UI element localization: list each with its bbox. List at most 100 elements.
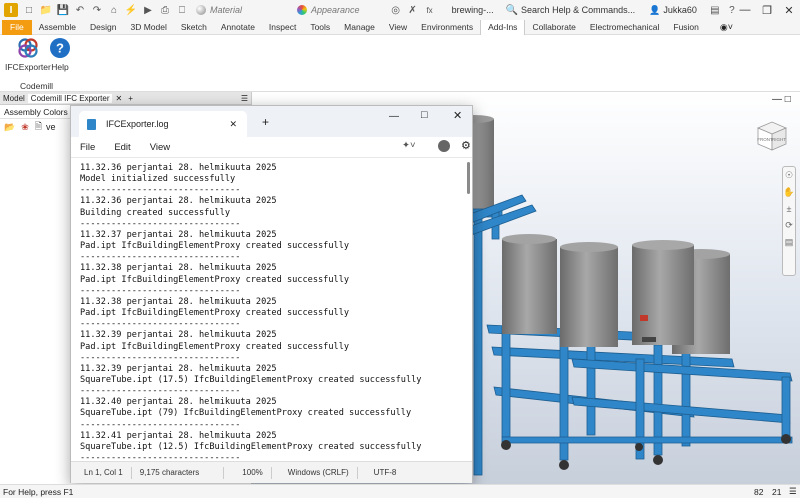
log-line: 11.32.37 perjantai 28. helmikuuta 2025 bbox=[80, 229, 277, 240]
log-line: 11.32.40 perjantai 28. helmikuuta 2025 bbox=[80, 397, 277, 408]
material-sphere-icon bbox=[196, 5, 206, 15]
select-icon[interactable]: ▶ bbox=[142, 4, 154, 16]
account-avatar[interactable] bbox=[438, 140, 450, 152]
log-line: 11.32.36 perjantai 28. helmikuuta 2025 bbox=[80, 196, 277, 207]
log-separator: ------------------------------- bbox=[80, 252, 241, 263]
line-ending[interactable]: Windows (CRLF) bbox=[288, 468, 349, 477]
log-separator: ------------------------------- bbox=[80, 453, 241, 461]
statusbar-menu-icon[interactable]: ☰ bbox=[789, 486, 797, 497]
tab-add-ins[interactable]: Add-Ins bbox=[480, 19, 526, 35]
minimize-button[interactable]: — bbox=[734, 0, 756, 20]
user-menu[interactable]: 👤 Jukka60 bbox=[649, 5, 697, 16]
tab-model[interactable]: Model bbox=[0, 94, 28, 103]
undo-icon[interactable]: ↶ bbox=[74, 4, 86, 16]
tab-sketch[interactable]: Sketch bbox=[174, 20, 214, 35]
ifc-exporter-button[interactable]: IFCExporter bbox=[5, 37, 51, 72]
restore-button[interactable]: ❐ bbox=[756, 0, 778, 20]
menu-file[interactable]: File bbox=[80, 142, 95, 153]
tab-3d-model[interactable]: 3D Model bbox=[124, 20, 174, 35]
new-tab-icon[interactable]: + bbox=[262, 115, 269, 129]
log-lines: 11.32.36 perjantai 28. helmikuuta 2025 Mo… bbox=[80, 163, 421, 461]
tab-design[interactable]: Design bbox=[83, 20, 123, 35]
ribbon-tabs: File Assemble Design 3D Model Sketch Annotate… bbox=[0, 19, 800, 35]
hamburger-menu-icon[interactable]: ☰ bbox=[238, 94, 251, 103]
tab-annotate[interactable]: Annotate bbox=[214, 20, 262, 35]
close-button[interactable]: ✕ bbox=[778, 0, 800, 20]
log-line: Building created successfully bbox=[80, 207, 231, 218]
log-line: 11.32.39 perjantai 28. helmikuuta 2025 bbox=[80, 363, 277, 374]
inventor-app-icon[interactable]: I bbox=[4, 3, 18, 17]
cursor-position: Ln 1, Col 1 bbox=[84, 468, 123, 477]
ribbon-panel: IFCExporter ? Help Codemill bbox=[0, 35, 800, 92]
help-hint: For Help, press F1 bbox=[3, 486, 74, 497]
app-statusbar: For Help, press F1 82 21 ☰ bbox=[0, 484, 800, 498]
cart-icon[interactable]: ▤ bbox=[709, 4, 721, 16]
user-icon: 👤 bbox=[649, 4, 661, 15]
log-line: Pad.ipt IfcBuildingElementProxy created … bbox=[80, 341, 350, 352]
menu-view[interactable]: View bbox=[150, 142, 170, 153]
np-maximize-button[interactable]: □ bbox=[421, 109, 428, 121]
redo-icon[interactable]: ↷ bbox=[91, 4, 103, 16]
material-selector[interactable]: Material bbox=[196, 5, 242, 15]
encoding[interactable]: UTF-8 bbox=[374, 468, 397, 477]
document-count: 21 bbox=[772, 486, 782, 497]
tab-assemble[interactable]: Assemble bbox=[32, 20, 83, 35]
log-line: 11.32.38 perjantai 28. helmikuuta 2025 bbox=[80, 263, 277, 274]
notepad-text-area[interactable]: 11.32.36 perjantai 28. helmikuuta 2025 Mo… bbox=[71, 157, 472, 461]
appearance-selector[interactable]: Appearance bbox=[297, 5, 360, 15]
tab-inspect[interactable]: Inspect bbox=[262, 20, 303, 35]
tab-file[interactable]: File bbox=[2, 19, 32, 35]
log-separator: ------------------------------- bbox=[80, 352, 241, 363]
help-icon: ? bbox=[50, 38, 70, 58]
log-line: Pad.ipt IfcBuildingElementProxy created … bbox=[80, 274, 350, 285]
log-separator: ------------------------------- bbox=[80, 218, 241, 229]
np-close-button[interactable]: ✕ bbox=[453, 109, 462, 122]
close-icon[interactable]: ✕ bbox=[112, 94, 125, 103]
adjust-icon[interactable]: ◎ bbox=[390, 4, 402, 16]
log-line: SquareTube.ipt (17.5) IfcBuildingElement… bbox=[80, 374, 422, 385]
ribbon-award-icon[interactable]: ❀ bbox=[21, 122, 29, 133]
notepad-tab[interactable]: IFCExporter.log ✕ bbox=[79, 111, 247, 137]
log-separator: ------------------------------- bbox=[80, 285, 241, 296]
character-count: 9,175 characters bbox=[139, 468, 200, 477]
ribbon-options-icon[interactable]: ◉˅ bbox=[720, 22, 733, 33]
tab-view[interactable]: View bbox=[382, 20, 414, 35]
tab-tools[interactable]: Tools bbox=[303, 20, 337, 35]
new-icon[interactable]: □ bbox=[23, 4, 35, 16]
notepad-file-icon bbox=[87, 118, 96, 130]
fx-icon[interactable]: fx bbox=[424, 4, 436, 16]
close-tab-icon[interactable]: ✕ bbox=[229, 119, 237, 130]
document-icon[interactable]: 🗎 bbox=[35, 119, 42, 135]
document-title: brewing-... bbox=[451, 5, 494, 15]
update-icon[interactable]: ⚡ bbox=[125, 4, 137, 16]
measure-icon[interactable]: ⎕ bbox=[176, 4, 188, 16]
occurrence-count: 82 bbox=[754, 486, 764, 497]
menu-edit[interactable]: Edit bbox=[114, 142, 130, 153]
log-line: SquareTube.ipt (12.5) IfcBuildingElement… bbox=[80, 441, 422, 452]
help-button[interactable]: ? Help bbox=[49, 37, 71, 72]
tab-electromechanical[interactable]: Electromechanical bbox=[583, 20, 666, 35]
np-minimize-button[interactable]: — bbox=[389, 111, 399, 122]
scrollbar[interactable] bbox=[467, 162, 470, 194]
copilot-icon[interactable]: ✦˅ bbox=[402, 140, 416, 151]
save-icon[interactable]: 💾 bbox=[57, 4, 69, 16]
folder-icon[interactable]: 📂 bbox=[4, 122, 15, 133]
tab-environments[interactable]: Environments bbox=[414, 20, 480, 35]
print-icon[interactable]: ⎙ bbox=[159, 4, 171, 16]
ribbon-panel-label: Codemill bbox=[20, 81, 54, 91]
search-box[interactable]: 🔍 Search Help & Commands... bbox=[506, 5, 636, 16]
browser-item-text: ve bbox=[46, 122, 56, 132]
tab-collaborate[interactable]: Collaborate bbox=[525, 20, 582, 35]
clear-appearance-icon[interactable]: ✗ bbox=[407, 4, 419, 16]
tab-codemill-ifc-exporter[interactable]: Codemill IFC Exporter bbox=[27, 93, 113, 103]
notepad-menubar: File Edit View ✦˅ ⚙ bbox=[71, 137, 472, 157]
zoom-level[interactable]: 100% bbox=[242, 468, 262, 477]
log-line: 11.32.38 perjantai 28. helmikuuta 2025 bbox=[80, 296, 277, 307]
tab-manage[interactable]: Manage bbox=[337, 20, 382, 35]
home-icon[interactable]: ⌂ bbox=[108, 4, 120, 16]
open-icon[interactable]: 📁 bbox=[40, 4, 52, 16]
notepad-titlebar: IFCExporter.log ✕ + — □ ✕ bbox=[71, 106, 472, 137]
tab-fusion[interactable]: Fusion bbox=[666, 20, 706, 35]
add-tab-icon[interactable]: + bbox=[125, 94, 136, 103]
settings-gear-icon[interactable]: ⚙ bbox=[461, 139, 471, 152]
